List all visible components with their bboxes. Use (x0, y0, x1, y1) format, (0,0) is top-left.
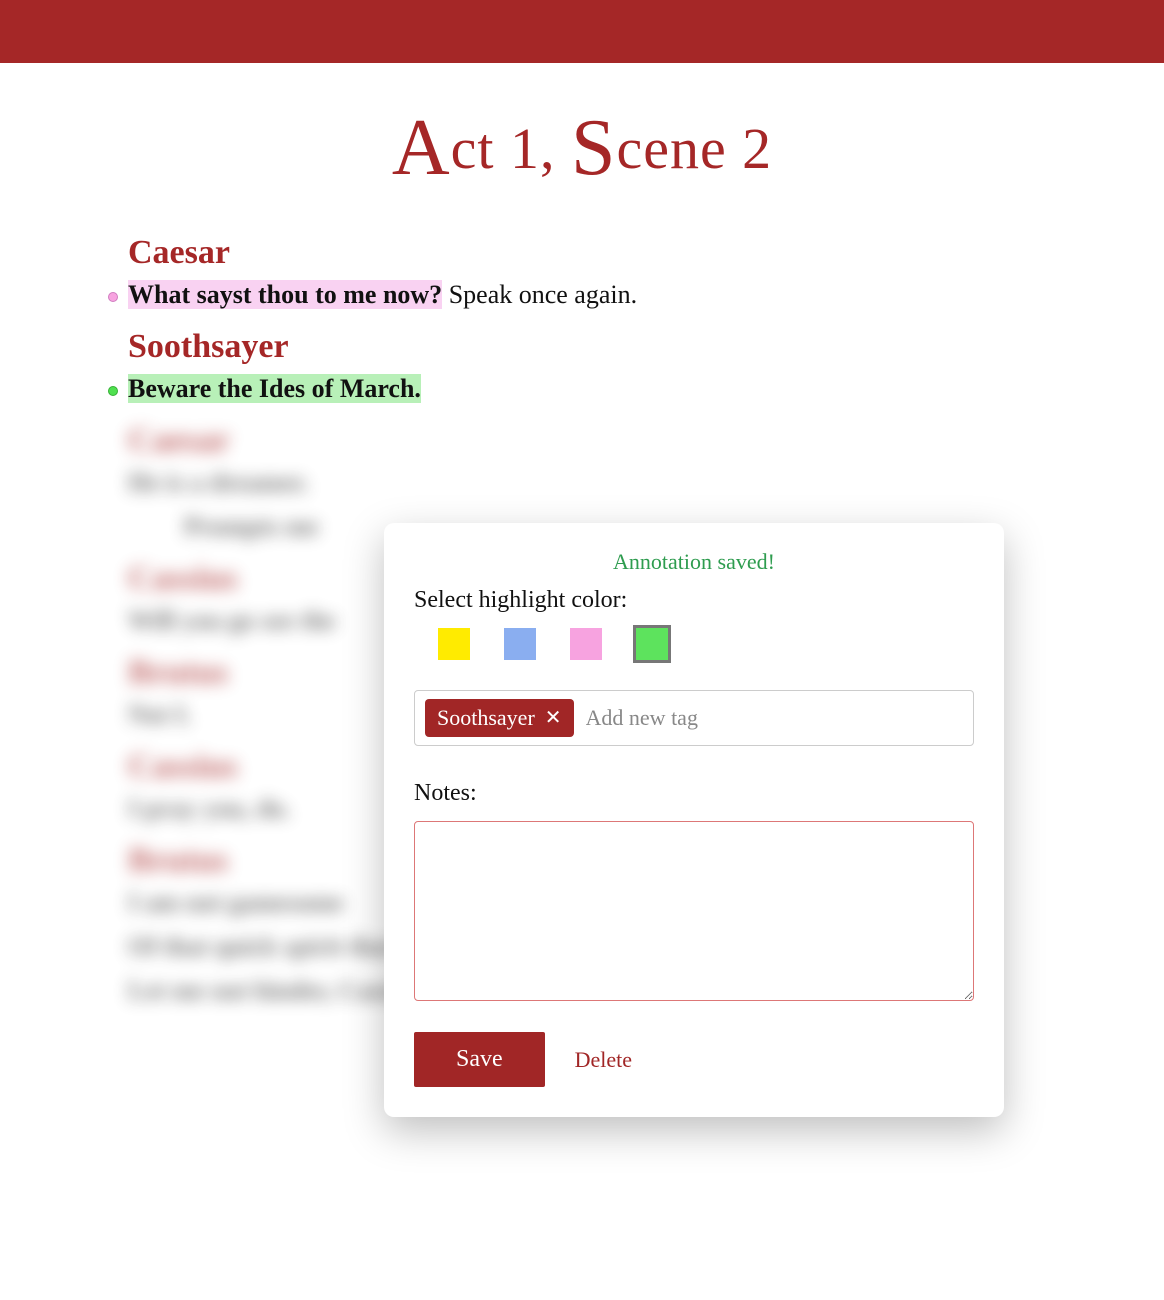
speaker-name: Soothsayer (104, 328, 1060, 366)
color-swatch-green[interactable] (636, 628, 668, 660)
saved-status-message: Annotation saved! (414, 549, 974, 575)
highlighted-text[interactable]: What sayst thou to me now? (128, 280, 442, 309)
add-tag-input[interactable] (584, 704, 963, 732)
tag-chip-label: Soothsayer (437, 705, 535, 731)
notes-textarea[interactable] (414, 821, 974, 1001)
color-swatch-blue[interactable] (504, 628, 536, 660)
speaker-name: Caesar (104, 234, 1060, 272)
script-line[interactable]: What sayst thou to me now? Speak once ag… (104, 280, 1060, 310)
delete-button[interactable]: Delete (569, 1046, 638, 1074)
line-text: Speak once again. (442, 280, 637, 309)
popup-button-row: Save Delete (414, 1032, 974, 1087)
annotation-popup: Annotation saved! Select highlight color… (384, 523, 1004, 1117)
script-line[interactable]: Beware the Ides of March. (104, 374, 1060, 404)
tag-chip: Soothsayer ✕ (425, 699, 574, 737)
annotation-dot-icon[interactable] (108, 292, 118, 302)
remove-tag-icon[interactable]: ✕ (545, 708, 562, 728)
tag-input-row[interactable]: Soothsayer ✕ (414, 690, 974, 746)
highlighted-text[interactable]: Beware the Ides of March. (128, 374, 421, 403)
color-swatch-row (414, 628, 974, 660)
app-topbar (0, 0, 1164, 63)
select-color-label: Select highlight color: (414, 587, 974, 614)
color-swatch-yellow[interactable] (438, 628, 470, 660)
scene-title: Act 1, Scene 2 (104, 103, 1060, 194)
annotation-dot-icon[interactable] (108, 386, 118, 396)
save-button[interactable]: Save (414, 1032, 545, 1087)
page-content: Act 1, Scene 2 Caesar What sayst thou to… (64, 63, 1100, 1220)
notes-label: Notes: (414, 780, 974, 807)
color-swatch-pink[interactable] (570, 628, 602, 660)
